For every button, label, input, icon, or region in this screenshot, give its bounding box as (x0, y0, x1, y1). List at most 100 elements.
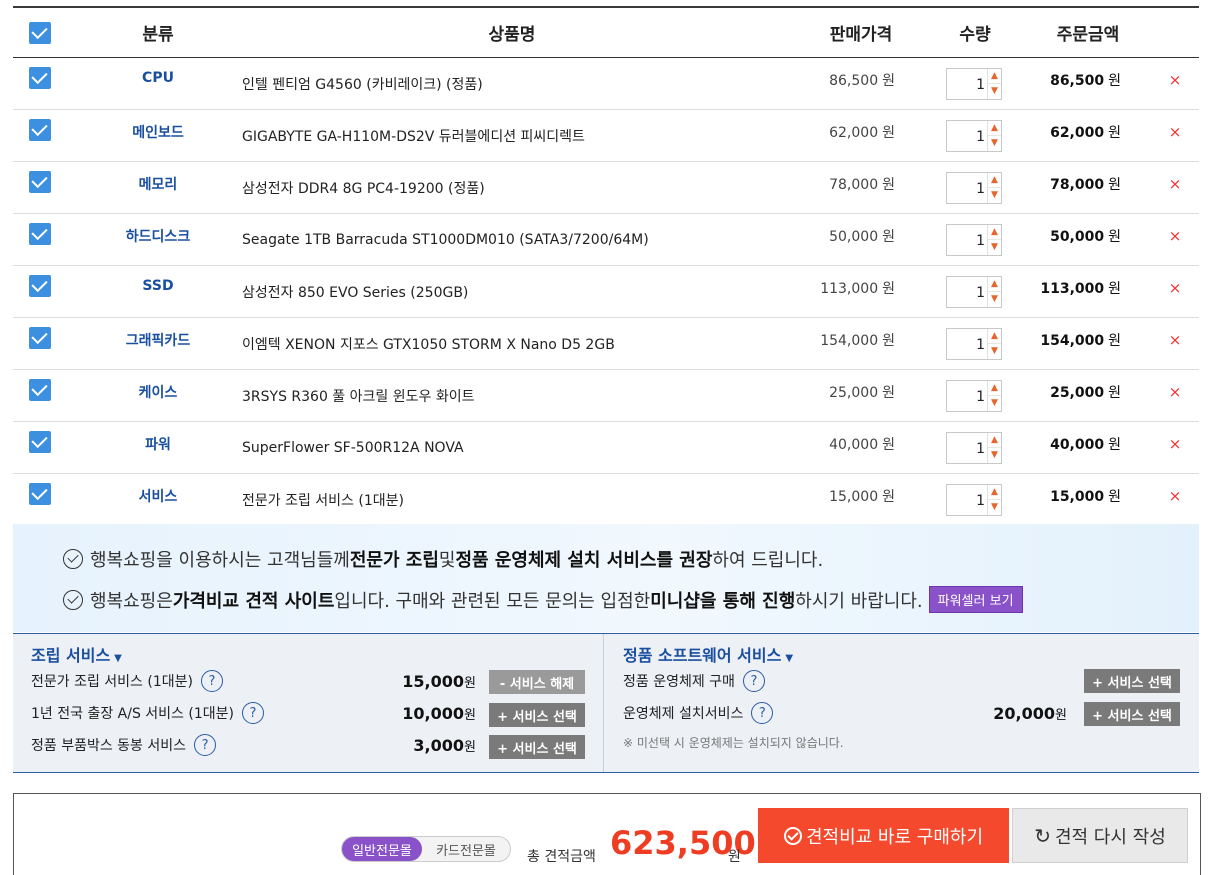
quantity-value[interactable]: 1 (976, 389, 985, 405)
service-price: 3,000원 (413, 736, 476, 755)
quantity-value[interactable]: 1 (976, 129, 985, 145)
quantity-value[interactable]: 1 (976, 285, 985, 301)
item-name[interactable]: 인텔 펜티엄 G4560 (카비레이크) (정품) (242, 74, 483, 94)
item-category[interactable]: 그래픽카드 (126, 330, 190, 350)
quantity-value[interactable]: 1 (976, 441, 985, 457)
help-icon[interactable]: ? (742, 670, 765, 692)
item-category[interactable]: CPU (142, 70, 174, 86)
table-row: 파워 SuperFlower SF-500R12A NOVA 40,000 원 1 ▲ ▼ 4… (13, 422, 1199, 474)
chevron-up-icon[interactable]: ▲ (988, 485, 1001, 500)
chevron-down-icon[interactable]: ▼ (988, 240, 1001, 255)
item-checkbox[interactable] (29, 223, 51, 245)
close-icon[interactable]: × (1169, 487, 1182, 505)
select-all-checkbox[interactable] (29, 21, 51, 44)
item-category[interactable]: 메인보드 (132, 122, 184, 142)
item-checkbox[interactable] (29, 119, 51, 141)
item-name[interactable]: 삼성전자 850 EVO Series (250GB) (242, 282, 468, 302)
reset-estimate-button[interactable]: ↻ 견적 다시 작성 (1012, 808, 1188, 863)
quantity-value[interactable]: 1 (976, 493, 985, 509)
quantity-value[interactable]: 1 (976, 337, 985, 353)
help-icon[interactable]: ? (194, 734, 217, 756)
close-icon[interactable]: × (1169, 175, 1182, 193)
chevron-down-icon[interactable]: ▼ (988, 188, 1001, 203)
chevron-down-icon[interactable]: ▼ (988, 396, 1001, 411)
item-price: 15,000 원 (829, 489, 895, 505)
close-icon[interactable]: × (1169, 279, 1182, 297)
quantity-stepper[interactable]: 1 ▲ ▼ (946, 275, 1002, 308)
chevron-up-icon[interactable]: ▲ (988, 225, 1001, 240)
notice-text: 하여 드립니다. (712, 550, 824, 571)
chevron-down-icon[interactable]: ▼ (988, 344, 1001, 359)
toggle-card-mall[interactable]: 카드전문몰 (422, 837, 510, 861)
item-checkbox[interactable] (29, 379, 51, 401)
section-title-text: 조립 서비스 (31, 646, 111, 665)
item-name[interactable]: GIGABYTE GA-H110M-DS2V 듀러블에디션 피씨디렉트 (242, 126, 585, 146)
chevron-up-icon[interactable]: ▲ (988, 329, 1001, 344)
item-checkbox[interactable] (29, 483, 51, 505)
chevron-down-icon[interactable]: ▼ (988, 448, 1001, 463)
service-select-button[interactable]: + 서비스 선택 (489, 703, 585, 727)
quantity-stepper[interactable]: 1 ▲ ▼ (946, 119, 1002, 152)
quantity-stepper[interactable]: 1 ▲ ▼ (946, 431, 1002, 464)
item-name[interactable]: 3RSYS R360 풀 아크릴 윈도우 화이트 (242, 386, 474, 406)
service-remove-button[interactable]: - 서비스 해제 (489, 670, 585, 694)
item-name[interactable]: 전문가 조립 서비스 (1대분) (242, 490, 404, 510)
chevron-down-icon[interactable]: ▼ (988, 84, 1001, 99)
item-category[interactable]: 파워 (145, 434, 171, 454)
table-row: SSD 삼성전자 850 EVO Series (250GB) 113,000 원 1 ▲… (13, 266, 1199, 318)
notice-emphasis: 정품 운영체제 설치 서비스를 권장 (455, 550, 713, 571)
chevron-up-icon[interactable]: ▲ (988, 277, 1001, 292)
close-icon[interactable]: × (1169, 71, 1182, 89)
item-name[interactable]: Seagate 1TB Barracuda ST1000DM010 (SATA3… (242, 232, 649, 248)
close-icon[interactable]: × (1169, 331, 1182, 349)
service-select-button[interactable]: + 서비스 선택 (1084, 702, 1180, 726)
item-checkbox[interactable] (29, 171, 51, 193)
close-icon[interactable]: × (1169, 123, 1182, 141)
chevron-up-icon[interactable]: ▲ (988, 69, 1001, 84)
item-checkbox[interactable] (29, 431, 51, 453)
item-checkbox[interactable] (29, 327, 51, 349)
mall-type-toggle[interactable]: 일반전문몰 카드전문몰 (341, 836, 511, 862)
quantity-stepper[interactable]: 1 ▲ ▼ (946, 67, 1002, 100)
item-category[interactable]: 서비스 (139, 486, 178, 506)
chevron-up-icon[interactable]: ▲ (988, 381, 1001, 396)
item-category[interactable]: 메모리 (139, 174, 178, 194)
help-icon[interactable]: ? (200, 670, 223, 692)
item-name[interactable]: SuperFlower SF-500R12A NOVA (242, 440, 464, 456)
chevron-down-icon[interactable]: ▼ (988, 292, 1001, 307)
chevron-up-icon[interactable]: ▲ (988, 173, 1001, 188)
item-category[interactable]: 케이스 (139, 382, 178, 402)
chevron-up-icon[interactable]: ▲ (988, 433, 1001, 448)
quantity-stepper[interactable]: 1 ▲ ▼ (946, 379, 1002, 412)
chevron-down-icon[interactable]: ▼ (988, 500, 1001, 515)
software-service-title[interactable]: 정품 소프트웨어 서비스 ▼ (623, 642, 793, 666)
item-price: 113,000 원 (820, 281, 895, 297)
item-category[interactable]: SSD (142, 278, 173, 294)
item-checkbox[interactable] (29, 275, 51, 297)
item-category[interactable]: 하드디스크 (126, 226, 190, 246)
quantity-stepper[interactable]: 1 ▲ ▼ (946, 171, 1002, 204)
close-icon[interactable]: × (1169, 227, 1182, 245)
close-icon[interactable]: × (1169, 435, 1182, 453)
power-seller-button[interactable]: 파워셀러 보기 (928, 586, 1023, 613)
item-checkbox[interactable] (29, 67, 51, 89)
quantity-value[interactable]: 1 (976, 233, 985, 249)
quantity-stepper[interactable]: 1 ▲ ▼ (946, 327, 1002, 360)
service-label: 전문가 조립 서비스 (1대분) (31, 674, 193, 690)
quantity-stepper[interactable]: 1 ▲ ▼ (946, 483, 1002, 516)
item-name[interactable]: 삼성전자 DDR4 8G PC4-19200 (정품) (242, 178, 485, 198)
service-select-button[interactable]: + 서비스 선택 (489, 735, 585, 759)
service-select-button[interactable]: + 서비스 선택 (1084, 669, 1180, 693)
item-name[interactable]: 이엠텍 XENON 지포스 GTX1050 STORM X Nano D5 2G… (242, 334, 615, 354)
chevron-up-icon[interactable]: ▲ (988, 121, 1001, 136)
help-icon[interactable]: ? (751, 702, 774, 724)
assembly-service-title[interactable]: 조립 서비스 ▼ (31, 642, 122, 666)
quantity-value[interactable]: 1 (976, 77, 985, 93)
quantity-stepper[interactable]: 1 ▲ ▼ (946, 223, 1002, 256)
toggle-general-mall[interactable]: 일반전문몰 (342, 837, 422, 861)
close-icon[interactable]: × (1169, 383, 1182, 401)
help-icon[interactable]: ? (241, 702, 264, 724)
buy-now-button[interactable]: 견적비교 바로 구매하기 (758, 808, 1009, 863)
chevron-down-icon[interactable]: ▼ (988, 136, 1001, 151)
quantity-value[interactable]: 1 (976, 181, 985, 197)
